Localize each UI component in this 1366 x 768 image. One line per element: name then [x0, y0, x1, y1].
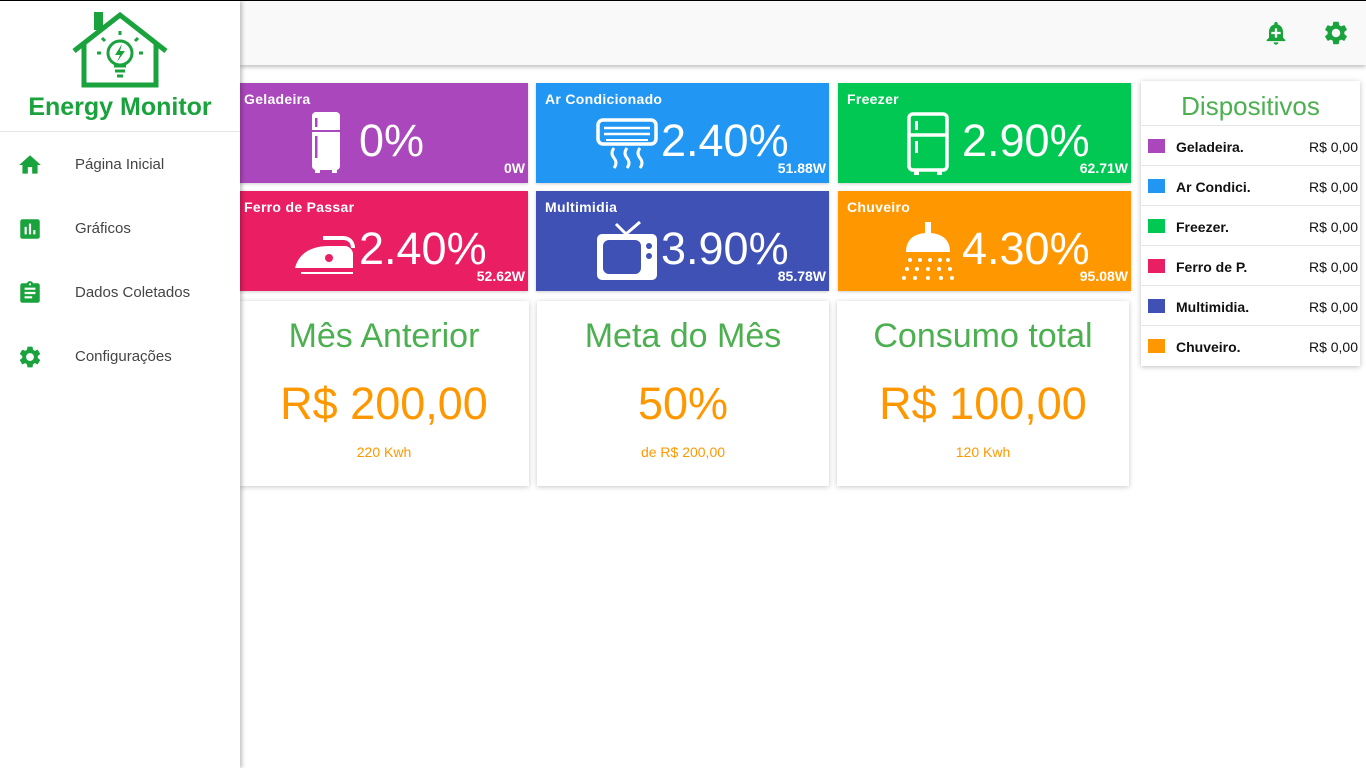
list-item[interactable]: Multimidia. R$ 0,00: [1141, 286, 1360, 326]
summary-subtext: de R$ 200,00: [640, 444, 726, 460]
summary-value: 50%: [637, 378, 729, 429]
summary-card-consumo-total: Consumo total R$ 100,00 120 Kwh: [837, 301, 1129, 486]
dispositivos-panel: Dispositivos Geladeira. R$ 0,00 Ar Condi…: [1141, 81, 1360, 366]
top-app-bar: [240, 1, 1366, 65]
device-percent: 0%: [359, 115, 425, 166]
sidebar-item-dados-coletados[interactable]: Dados Coletados: [0, 261, 240, 325]
chart-icon: [20, 219, 40, 239]
device-card-ferro-de-passar[interactable]: Ferro de Passar 2.40% 52.62W: [235, 191, 528, 291]
air-conditioner-icon: [596, 118, 658, 169]
device-price: R$ 0,00: [1308, 299, 1358, 315]
device-watts: 62.71W: [1079, 160, 1128, 176]
clipboard-icon: [20, 281, 40, 303]
device-card-geladeira[interactable]: Geladeira 0% 0W: [235, 83, 528, 183]
summary-card-mes-anterior: Mês Anterior R$ 200,00 220 Kwh: [239, 301, 529, 486]
device-label: Ferro de P.: [1176, 259, 1248, 275]
sidebar: Energy Monitor Página Inicial Gráficos D…: [0, 1, 240, 768]
fridge-icon: [310, 112, 342, 173]
color-swatch: [1148, 179, 1165, 193]
device-percent: 2.90%: [962, 115, 1090, 166]
device-name: Freezer: [847, 91, 899, 107]
summary-card-meta-do-mes: Meta do Mês 50% de R$ 200,00: [537, 301, 829, 486]
list-item[interactable]: Ferro de P. R$ 0,00: [1141, 246, 1360, 286]
device-name: Multimidia: [545, 199, 618, 215]
list-item[interactable]: Freezer. R$ 0,00: [1141, 206, 1360, 246]
summary-value: R$ 100,00: [879, 378, 1087, 429]
tv-icon: [597, 220, 657, 280]
sidebar-item-label: Gráficos: [75, 220, 131, 237]
device-label: Chuveiro.: [1176, 339, 1241, 355]
device-percent: 2.40%: [661, 115, 789, 166]
device-label: Ar Condici.: [1176, 179, 1251, 195]
device-percent: 4.30%: [962, 223, 1090, 274]
device-price: R$ 0,00: [1308, 339, 1358, 355]
summary-subtext: 120 Kwh: [955, 444, 1011, 460]
sidebar-item-label: Página Inicial: [75, 156, 165, 173]
summary-subtext: 220 Kwh: [356, 444, 412, 460]
device-card-multimidia[interactable]: Multimidia 3.90% 85.78W: [536, 191, 829, 291]
house-bulb-logo-icon: [72, 11, 168, 88]
panel-title: Dispositivos: [1141, 81, 1360, 126]
summary-title: Consumo total: [873, 317, 1093, 355]
shower-icon: [902, 222, 954, 280]
gear-icon[interactable]: [1322, 19, 1350, 47]
sidebar-item-configuracoes[interactable]: Configurações: [0, 325, 240, 389]
device-watts: 95.08W: [1079, 268, 1128, 284]
freezer-icon: [907, 112, 949, 175]
sidebar-item-pagina-inicial[interactable]: Página Inicial: [0, 133, 240, 197]
device-name: Ferro de Passar: [244, 199, 355, 215]
summary-title: Meta do Mês: [584, 317, 782, 355]
app-title: Energy Monitor: [28, 93, 212, 121]
device-card-freezer[interactable]: Freezer 2.90% 62.71W: [838, 83, 1131, 183]
device-percent: 3.90%: [661, 223, 789, 274]
sidebar-item-label: Dados Coletados: [75, 284, 191, 301]
device-watts: 85.78W: [777, 268, 826, 284]
device-percent: 2.40%: [359, 223, 487, 274]
device-name: Geladeira: [244, 91, 311, 107]
sidebar-item-graficos[interactable]: Gráficos: [0, 197, 240, 261]
list-item[interactable]: Chuveiro. R$ 0,00: [1141, 326, 1360, 366]
summary-title: Mês Anterior: [288, 317, 480, 355]
bell-plus-icon[interactable]: [1262, 19, 1290, 47]
color-swatch: [1148, 139, 1165, 153]
device-price: R$ 0,00: [1308, 139, 1358, 155]
list-item[interactable]: Ar Condici. R$ 0,00: [1141, 166, 1360, 206]
device-label: Freezer.: [1176, 219, 1229, 235]
list-item[interactable]: Geladeira. R$ 0,00: [1141, 126, 1360, 166]
device-watts: 0W: [504, 160, 525, 176]
sidebar-nav: Página Inicial Gráficos Dados Coletados …: [0, 133, 240, 389]
iron-icon: [295, 236, 355, 274]
color-swatch: [1148, 299, 1165, 313]
device-label: Geladeira.: [1176, 139, 1244, 155]
device-name: Ar Condicionado: [545, 91, 663, 107]
home-icon: [19, 155, 41, 174]
device-price: R$ 0,00: [1308, 219, 1358, 235]
sidebar-item-label: Configurações: [75, 348, 172, 365]
color-swatch: [1148, 339, 1165, 353]
device-price: R$ 0,00: [1308, 259, 1358, 275]
summary-value: R$ 200,00: [280, 378, 488, 429]
device-name: Chuveiro: [847, 199, 911, 215]
device-card-chuveiro[interactable]: Chuveiro 4.30% 95.08W: [838, 191, 1131, 291]
color-swatch: [1148, 219, 1165, 233]
gear-icon: [19, 346, 41, 368]
device-label: Multimidia.: [1176, 299, 1250, 315]
logo-area: Energy Monitor: [0, 1, 240, 132]
device-watts: 51.88W: [777, 160, 826, 176]
device-price: R$ 0,00: [1308, 179, 1358, 195]
color-swatch: [1148, 259, 1165, 273]
device-card-ar-condicionado[interactable]: Ar Condicionado 2.40% 51.88W: [536, 83, 829, 183]
device-watts: 52.62W: [476, 268, 525, 284]
